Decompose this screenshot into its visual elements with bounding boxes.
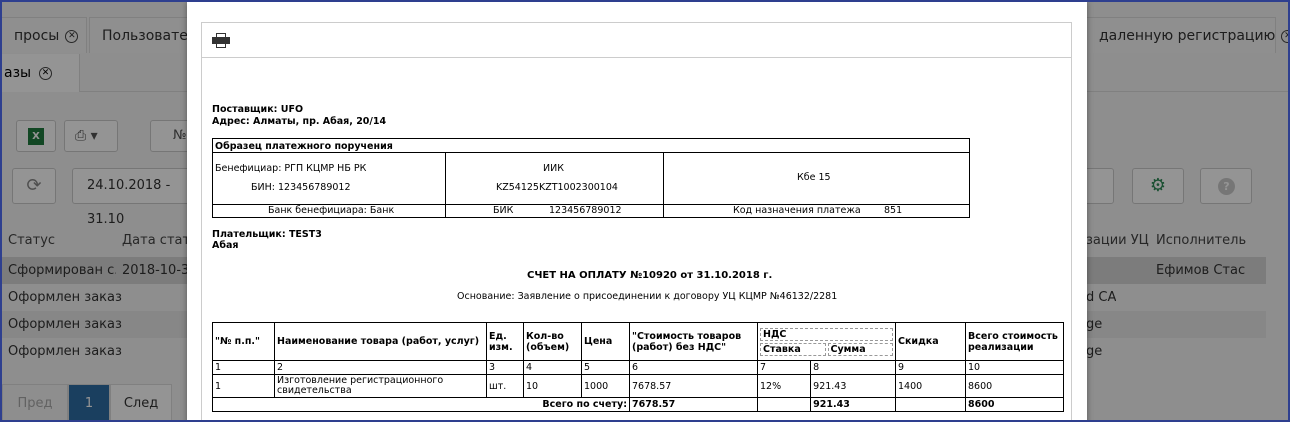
kbe: Кбе 15 xyxy=(797,172,831,183)
payment-order-title: Образец платежного поручения xyxy=(215,141,393,152)
invoice-basis: Основание: Заявление о присоединении к д… xyxy=(457,291,838,302)
bin: БИН: 123456789012 xyxy=(251,182,351,193)
table-header-row: "№ п.п." Наименование товара (работ, усл… xyxy=(212,322,1064,361)
column-number-row: 1 2 3 4 5 6 7 8 9 10 xyxy=(212,360,1064,375)
column-header-name: Наименование товара (работ, услуг) xyxy=(274,322,487,361)
purpose-code-label: Код назначения платежа xyxy=(733,205,861,216)
totals-label: Всего по счету: xyxy=(212,397,630,412)
invoice-document: Поставщик: UFO Адрес: Алматы, пр. Абая, … xyxy=(201,58,1072,420)
totals-total: 8600 xyxy=(965,397,1064,412)
print-icon[interactable] xyxy=(212,33,230,48)
iik-value: KZ54125KZT1002300104 xyxy=(496,182,618,193)
vat-rate-label: Ставка xyxy=(760,342,826,356)
column-header-unit: Ед. изм. xyxy=(486,322,524,361)
column-header-price: Цена xyxy=(581,322,630,361)
bik-label: БИК xyxy=(493,205,514,216)
modal-toolbar xyxy=(201,22,1072,58)
beneficiary-bank: Банк бенефициара: Банк xyxy=(268,205,395,216)
supplier-address: Адрес: Алматы, пр. Абая, 20/14 xyxy=(212,116,387,127)
window-frame: просы✕ Пользовател даленную регистрацию✕… xyxy=(0,0,1290,422)
totals-cost: 7678.57 xyxy=(629,397,758,412)
vat-label: НДС xyxy=(760,327,893,341)
payment-order-sample: Образец платежного поручения Бенефициар:… xyxy=(212,138,970,218)
payer: Плательщик: TEST3 xyxy=(212,229,322,240)
payer-address: Абая xyxy=(212,240,239,251)
column-header-total: Всего стоимость реализации xyxy=(965,322,1064,361)
invoice-modal: Поставщик: UFO Адрес: Алматы, пр. Абая, … xyxy=(187,2,1087,420)
supplier: Поставщик: UFO xyxy=(212,104,304,115)
invoice-title: СЧЕТ НА ОПЛАТУ №10920 от 31.10.2018 г. xyxy=(527,270,773,281)
column-header-discount: Скидка xyxy=(895,322,966,361)
invoice-table: "№ п.п." Наименование товара (работ, усл… xyxy=(212,322,1064,412)
iik-label: ИИК xyxy=(543,163,564,174)
bik-value: 123456789012 xyxy=(549,205,622,216)
column-header-num: "№ п.п." xyxy=(212,322,275,361)
column-header-qty: Кол-во (объем) xyxy=(523,322,582,361)
totals-row: Всего по счету: 7678.57 921.43 8600 xyxy=(212,397,1064,412)
column-header-vat: НДС Ставка Сумма xyxy=(757,322,896,361)
table-row: 1 Изготовление регистрационного свидетел… xyxy=(212,374,1064,398)
column-header-cost: "Стоимость товаров (работ) без НДС" xyxy=(629,322,758,361)
beneficiary: Бенефициар: РГП КЦМР НБ РК xyxy=(215,163,367,174)
purpose-code-value: 851 xyxy=(884,205,903,216)
totals-vat-sum: 921.43 xyxy=(810,397,896,412)
vat-sum-label: Сумма xyxy=(827,342,893,356)
